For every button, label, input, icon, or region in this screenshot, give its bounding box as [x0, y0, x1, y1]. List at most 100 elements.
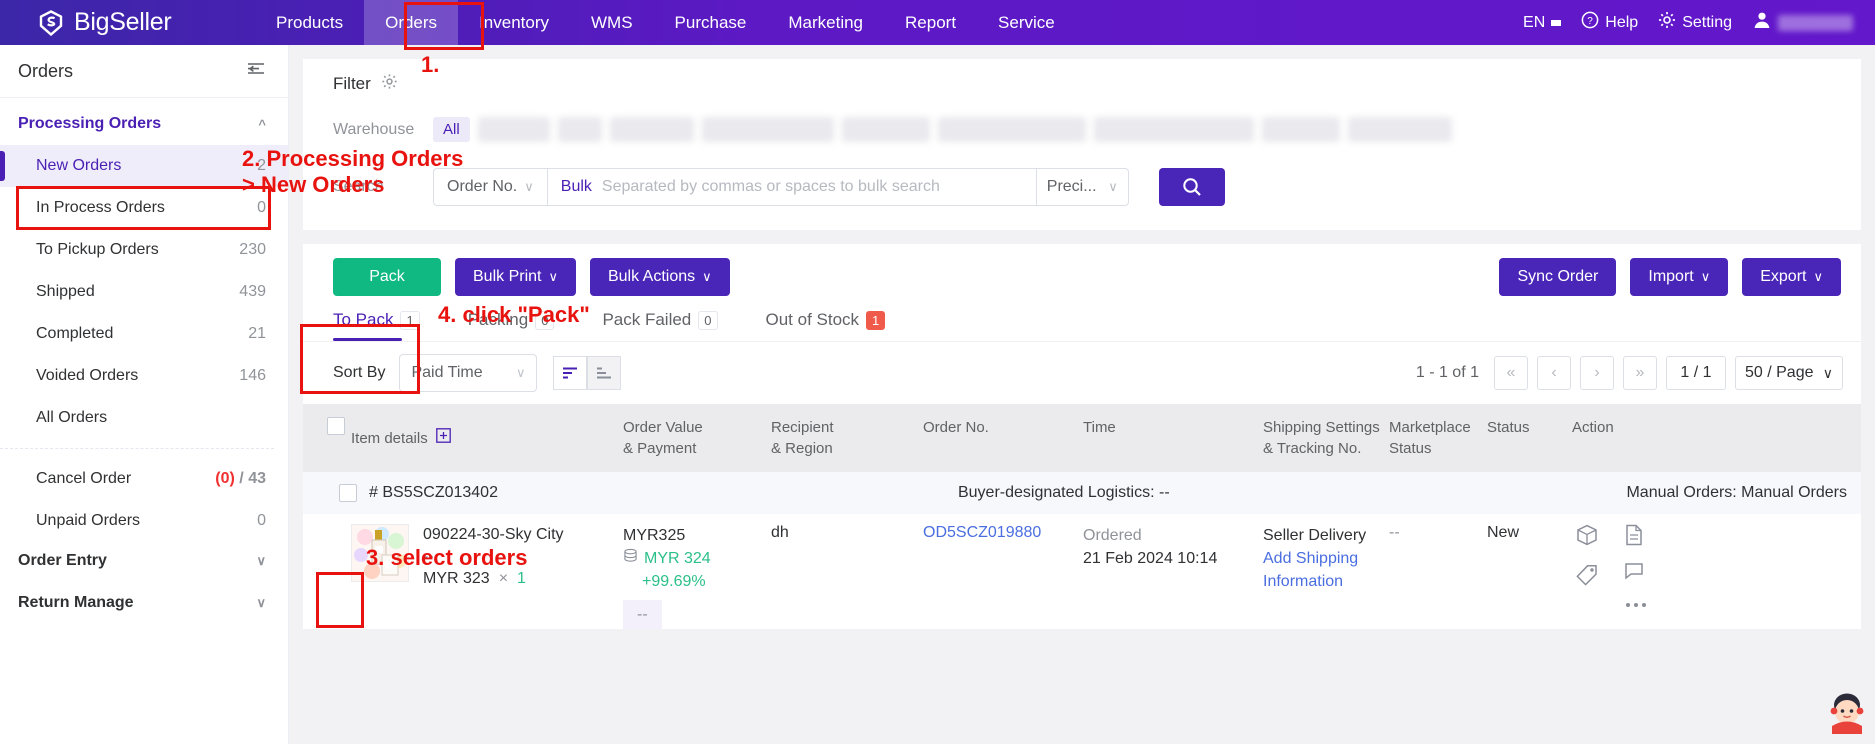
pagination-current-page[interactable]: 1 / 1 — [1666, 356, 1726, 390]
nav-item-service[interactable]: Service — [977, 0, 1076, 45]
chevron-down-icon: ∨ — [524, 179, 534, 194]
col-order-no: Order No. — [923, 404, 1083, 472]
language-label: EN — [1523, 13, 1546, 31]
more-actions-icon[interactable] — [1624, 596, 1648, 614]
cell-status: New — [1487, 514, 1572, 629]
pagination-next-button[interactable]: › — [1580, 356, 1614, 390]
add-shipping-line1: Add Shipping — [1263, 550, 1359, 567]
tab-to-pack[interactable]: To Pack 1 — [333, 310, 420, 341]
tab-out-of-stock[interactable]: Out of Stock 1 — [766, 310, 886, 341]
package-icon[interactable] — [1576, 524, 1598, 551]
tag-icon[interactable] — [1576, 564, 1598, 591]
order-no-link[interactable]: OD5SCZ019880 — [923, 524, 1041, 541]
bulk-actions-button[interactable]: Bulk Actions ∨ — [589, 258, 730, 296]
tab-pack-failed[interactable]: Pack Failed 0 — [602, 310, 718, 341]
warehouse-tag[interactable] — [1347, 117, 1452, 142]
filter-settings-gear-icon[interactable] — [381, 73, 398, 95]
warehouse-tag[interactable] — [609, 117, 694, 142]
sidebar-item-voided-orders[interactable]: Voided Orders 146 — [0, 355, 288, 397]
col-label-line1: Recipient — [771, 419, 834, 436]
search-input[interactable] — [599, 177, 1023, 197]
bulk-search-toggle[interactable]: Bulk — [561, 178, 592, 196]
page-size-select[interactable]: 50 / Page ∨ — [1735, 356, 1843, 390]
sidebar-item-label: New Orders — [36, 157, 122, 174]
import-button[interactable]: Import ∨ — [1630, 258, 1729, 296]
nav-item-products[interactable]: Products — [255, 0, 364, 45]
order-shop-reference: # BS5SCZ013402 — [369, 484, 498, 501]
bulk-actions-label: Bulk Actions — [607, 268, 696, 285]
sort-by-value: Paid Time — [411, 364, 483, 381]
sidebar-group-label: Return Manage — [18, 594, 134, 611]
select-all-checkbox[interactable] — [327, 417, 345, 435]
coins-icon — [623, 547, 638, 570]
sidebar-group-header-order-entry[interactable]: Order Entry ∨ — [0, 542, 288, 582]
sidebar-item-all-orders[interactable]: All Orders — [0, 397, 288, 439]
select-all-cell — [303, 404, 351, 472]
sidebar-item-to-pickup-orders[interactable]: To Pickup Orders 230 — [0, 229, 288, 271]
warehouse-tag[interactable] — [1261, 117, 1340, 142]
user-account[interactable] — [1752, 10, 1853, 35]
sidebar-title: Orders — [18, 60, 74, 81]
nav-item-wms[interactable]: WMS — [570, 0, 654, 45]
nav-item-orders[interactable]: Orders — [364, 0, 459, 45]
sidebar-item-cancel-order[interactable]: Cancel Order (0) / 43 — [0, 458, 288, 500]
warehouse-tag[interactable] — [477, 117, 550, 142]
pagination-first-button[interactable]: « — [1494, 356, 1528, 390]
nav-item-inventory[interactable]: Inventory — [458, 0, 570, 45]
warehouse-tag[interactable] — [1093, 117, 1254, 142]
sidebar-group-header-return-manage[interactable]: Return Manage ∨ — [0, 582, 288, 624]
brand-logo[interactable]: BigSeller — [0, 8, 255, 37]
nav-item-marketing[interactable]: Marketing — [767, 0, 884, 45]
language-selector[interactable]: EN — [1523, 13, 1562, 32]
gear-icon — [1658, 11, 1676, 34]
pagination-prev-button[interactable]: ‹ — [1537, 356, 1571, 390]
warehouse-tag[interactable] — [557, 117, 602, 142]
sort-ascending-button[interactable] — [587, 356, 622, 390]
sort-descending-button[interactable] — [553, 356, 588, 390]
search-input-wrap: Bulk — [546, 168, 1037, 206]
setting-button[interactable]: Setting — [1658, 11, 1732, 34]
export-button[interactable]: Export ∨ — [1742, 258, 1841, 296]
bulk-print-button[interactable]: Bulk Print ∨ — [455, 258, 576, 296]
warehouse-tag[interactable] — [701, 117, 834, 142]
cancel-pending-count: (0) — [215, 470, 235, 487]
add-shipping-information-link[interactable]: Add Shipping Information — [1263, 547, 1389, 593]
sidebar-item-label: Completed — [36, 325, 114, 342]
sidebar-item-completed[interactable]: Completed 21 — [0, 313, 288, 355]
sync-order-button[interactable]: Sync Order — [1499, 258, 1617, 296]
product-price: MYR 323 — [423, 570, 490, 587]
warehouse-tag[interactable] — [937, 117, 1086, 142]
chat-icon[interactable] — [1624, 562, 1648, 585]
nav-item-purchase[interactable]: Purchase — [654, 0, 768, 45]
chevron-down-icon: ∨ — [1700, 269, 1711, 284]
support-chat-avatar[interactable] — [1825, 690, 1869, 734]
sidebar-header: Orders — [0, 45, 288, 98]
sort-by-select[interactable]: Paid Time ∨ — [399, 354, 538, 392]
col-item-details: Item details — [351, 404, 623, 472]
pagination-last-button[interactable]: » — [1623, 356, 1657, 390]
search-button[interactable] — [1158, 168, 1225, 206]
search-field-selector[interactable]: Order No. ∨ — [433, 168, 547, 206]
product-name[interactable]: 090224-30-Sky City — [423, 524, 564, 546]
warehouse-tag[interactable] — [841, 117, 930, 142]
sort-and-pagination-bar: Sort By Paid Time ∨ 1 - 1 of 1 « ‹ › » 1… — [303, 341, 1861, 404]
sidebar-group-header-processing[interactable]: Processing Orders ^ — [0, 98, 288, 145]
sidebar-item-count: 0 — [257, 199, 266, 216]
document-icon[interactable] — [1624, 524, 1648, 551]
col-label-line2: & Tracking No. — [1263, 440, 1362, 457]
row-select-checkbox[interactable] — [339, 484, 357, 502]
expand-columns-icon[interactable] — [435, 427, 451, 449]
match-mode-selector[interactable]: Preci... ∨ — [1036, 168, 1129, 206]
sidebar-item-label: In Process Orders — [36, 199, 165, 216]
pack-button[interactable]: Pack — [333, 258, 441, 296]
export-label: Export — [1760, 268, 1807, 285]
col-label-line1: Shipping Settings — [1263, 419, 1380, 436]
sidebar-item-shipped[interactable]: Shipped 439 — [0, 271, 288, 313]
collapse-sidebar-icon[interactable] — [246, 60, 266, 83]
warehouse-tag-all[interactable]: All — [433, 117, 470, 142]
cell-time: Ordered 21 Feb 2024 10:14 — [1083, 514, 1263, 629]
sidebar-item-unpaid-orders[interactable]: Unpaid Orders 0 — [0, 500, 288, 542]
help-button[interactable]: ? Help — [1581, 11, 1638, 34]
nav-item-report[interactable]: Report — [884, 0, 977, 45]
annotation-4: 4. click "Pack" — [438, 302, 590, 327]
